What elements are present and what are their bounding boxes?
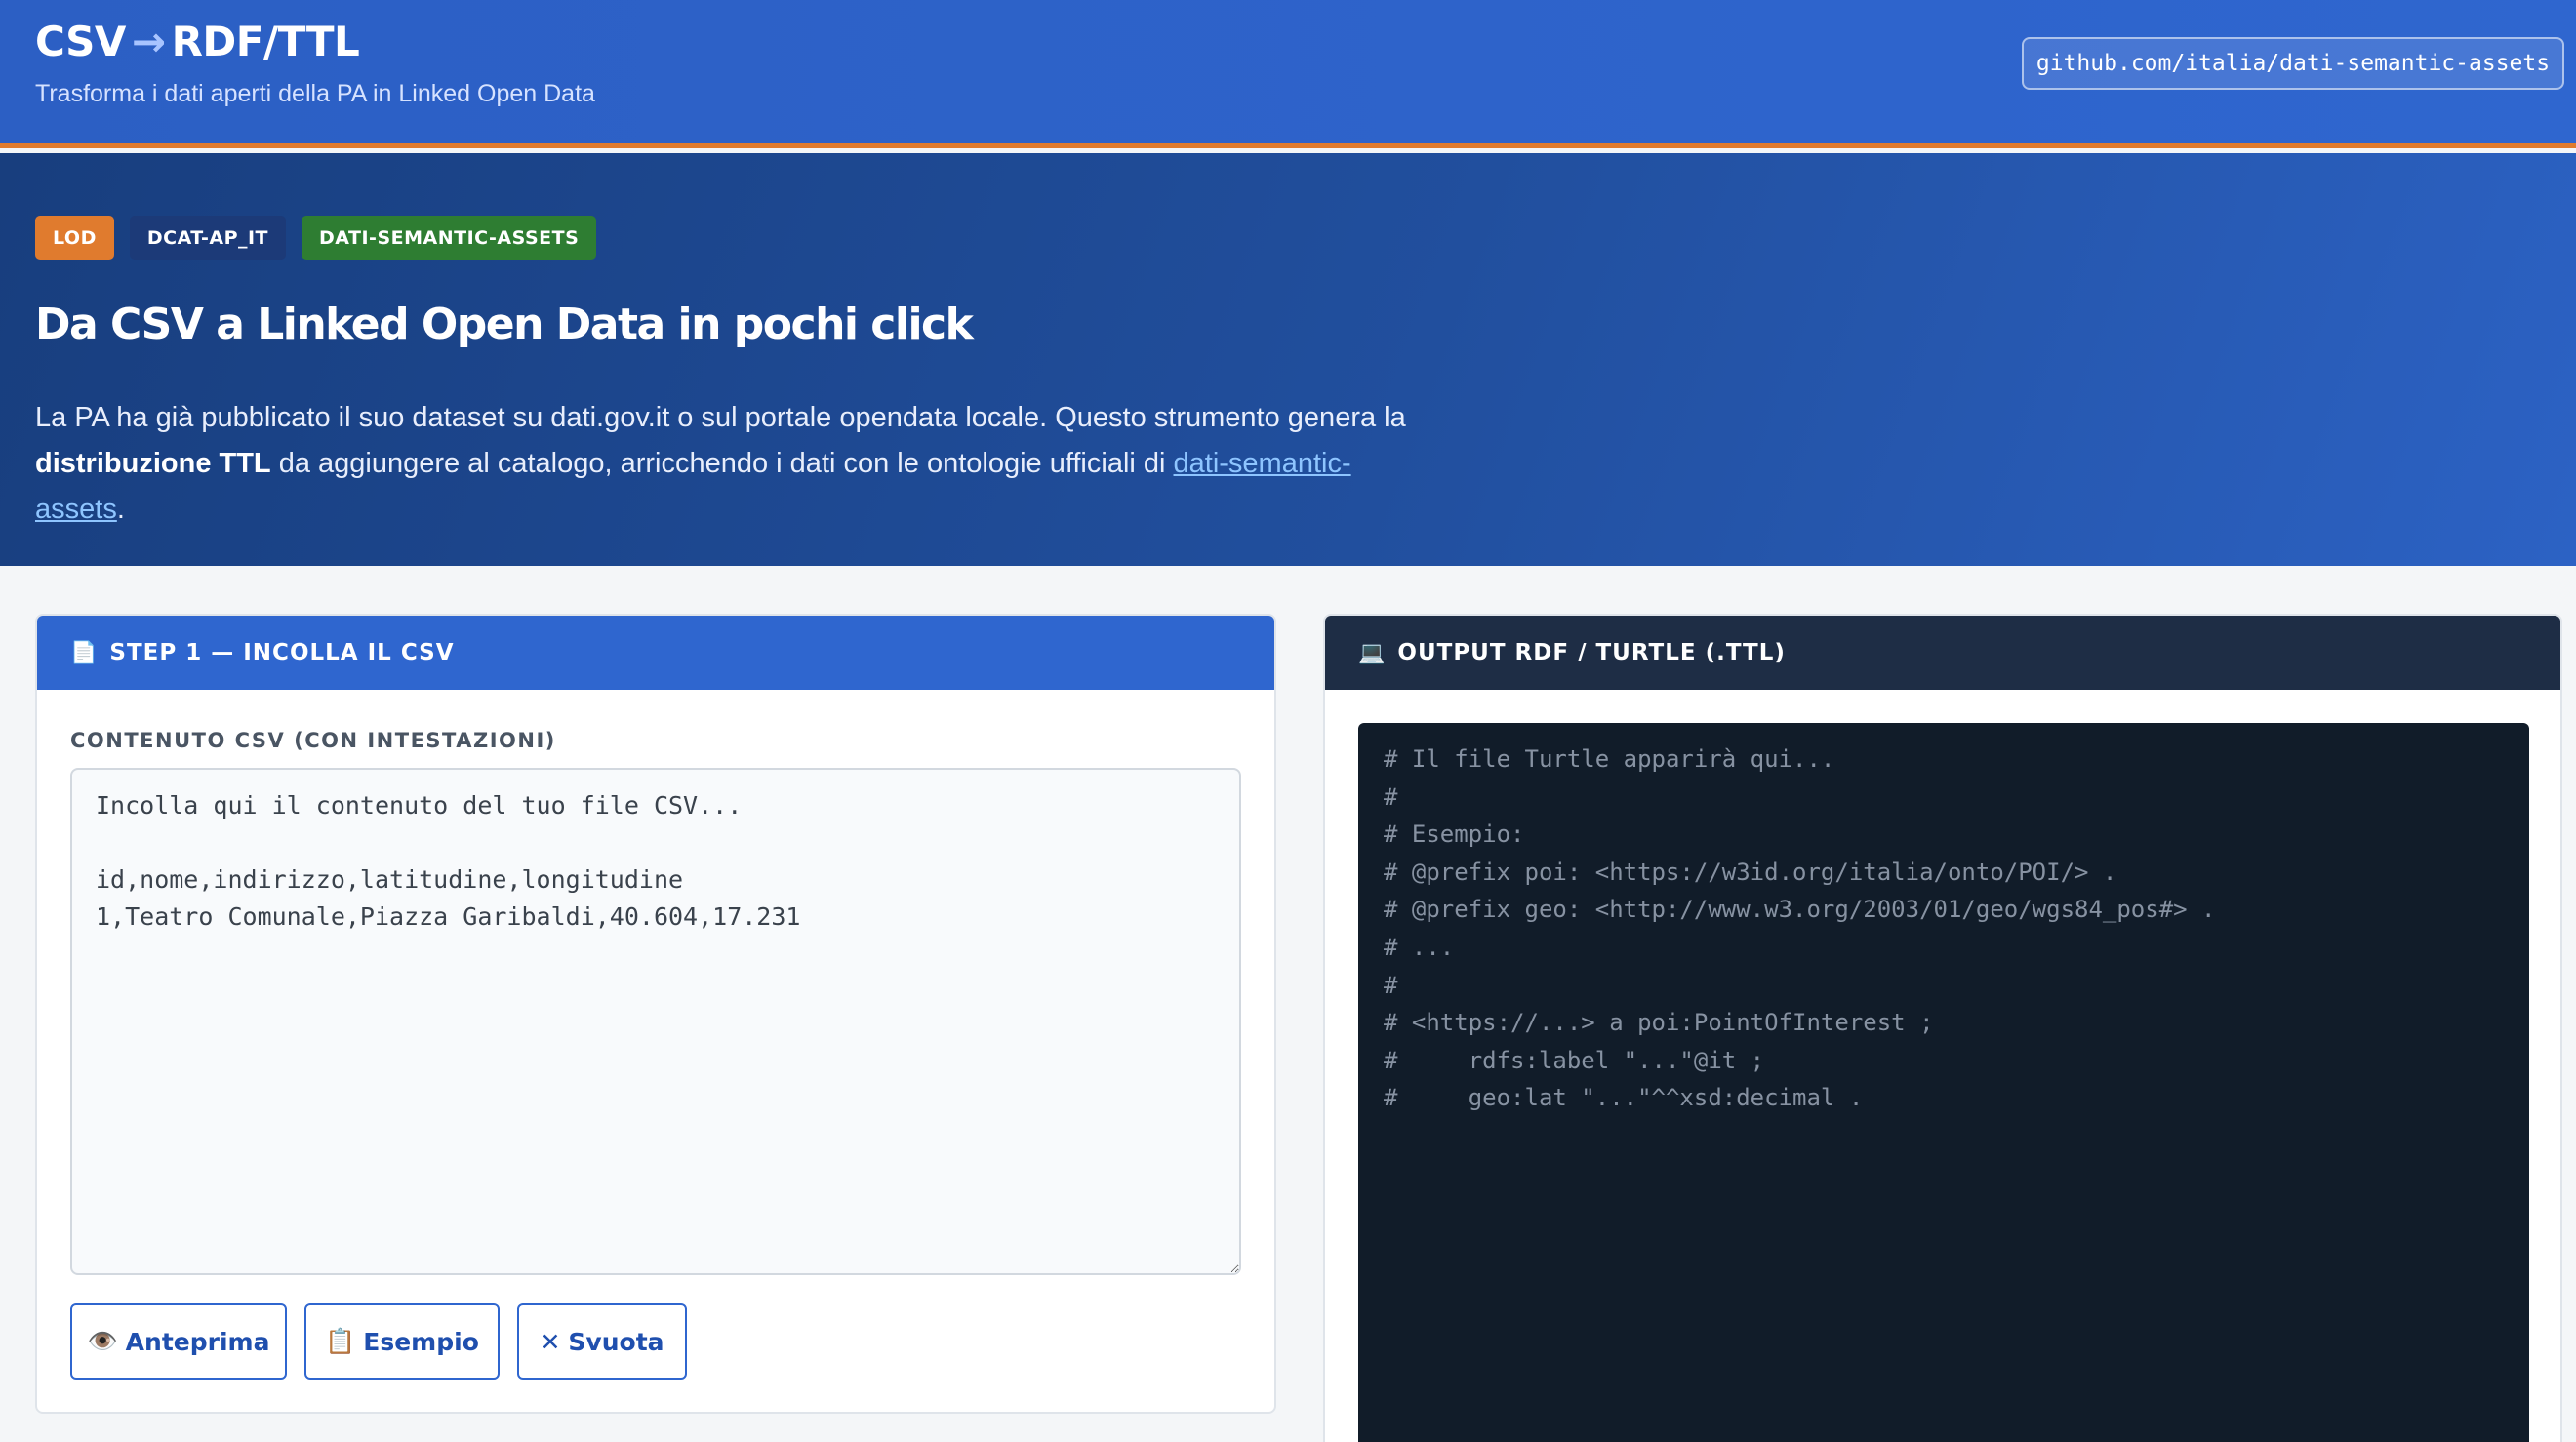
hero-desc-text-2: da aggiungere al catalogo, arricchendo i… <box>270 448 1174 479</box>
hero-title: Da CSV a Linked Open Data in pochi click <box>35 300 974 349</box>
hero-desc-text-1: La PA ha già pubblicato il suo dataset s… <box>35 402 1406 433</box>
clear-button[interactable]: ✕ Svuota <box>517 1303 687 1380</box>
example-label: Esempio <box>363 1327 479 1356</box>
csv-input[interactable] <box>70 768 1241 1275</box>
preview-label: Anteprima <box>125 1327 270 1356</box>
badge-dcat-ap-it: DCAT-AP_IT <box>129 216 287 260</box>
output-panel: 💻 OUTPUT RDF / TURTLE (.TTL) # Il file T… <box>1323 614 2562 1442</box>
app-subtitle: Trasforma i dati aperti della PA in Link… <box>35 80 595 107</box>
step1-actions: 👁️ Anteprima 📋 Esempio ✕ Svuota <box>70 1303 687 1380</box>
top-header: CSV → RDF/TTL Trasforma i dati aperti dell… <box>0 0 2576 148</box>
hero-desc-strong: distribuzione TTL <box>35 448 271 479</box>
example-button[interactable]: 📋 Esempio <box>304 1303 500 1380</box>
badge-dati-semantic-assets: DATI-SEMANTIC-ASSETS <box>302 216 597 260</box>
clipboard-icon: 📋 <box>325 1327 356 1355</box>
title-csv: CSV <box>35 18 126 65</box>
title-rdf-ttl: RDF/TTL <box>171 18 360 65</box>
clear-label: Svuota <box>568 1327 664 1356</box>
preview-button[interactable]: 👁️ Anteprima <box>70 1303 287 1380</box>
badge-list: LOD DCAT-AP_IT DATI-SEMANTIC-ASSETS <box>35 216 597 260</box>
output-title: OUTPUT RDF / TURTLE (.TTL) <box>1397 640 1786 665</box>
x-icon: ✕ <box>540 1327 561 1356</box>
github-repo-link[interactable]: github.com/italia/dati-semantic-assets <box>2022 37 2564 90</box>
page-icon: 📄 <box>70 640 99 665</box>
step1-title: STEP 1 — INCOLLA IL CSV <box>109 640 455 665</box>
hero-desc-end: . <box>116 494 125 525</box>
laptop-icon: 💻 <box>1358 640 1387 665</box>
hero-description: La PA ha già pubblicato il suo dataset s… <box>35 395 1421 533</box>
badge-lod: LOD <box>35 216 114 260</box>
ttl-output-area[interactable]: # Il file Turtle apparirà qui... # # Ese… <box>1358 723 2529 1442</box>
app-title: CSV → RDF/TTL <box>35 18 360 65</box>
eye-icon: 👁️ <box>87 1327 118 1355</box>
step1-header: 📄 STEP 1 — INCOLLA IL CSV <box>37 616 1274 690</box>
step1-panel: 📄 STEP 1 — INCOLLA IL CSV CONTENUTO CSV … <box>35 614 1276 1414</box>
csv-field-label: CONTENUTO CSV (CON INTESTAZIONI) <box>70 729 556 752</box>
output-header: 💻 OUTPUT RDF / TURTLE (.TTL) <box>1325 616 2560 690</box>
hero-section: LOD DCAT-AP_IT DATI-SEMANTIC-ASSETS Da C… <box>0 153 2576 566</box>
arrow-right-icon: → <box>131 18 166 65</box>
